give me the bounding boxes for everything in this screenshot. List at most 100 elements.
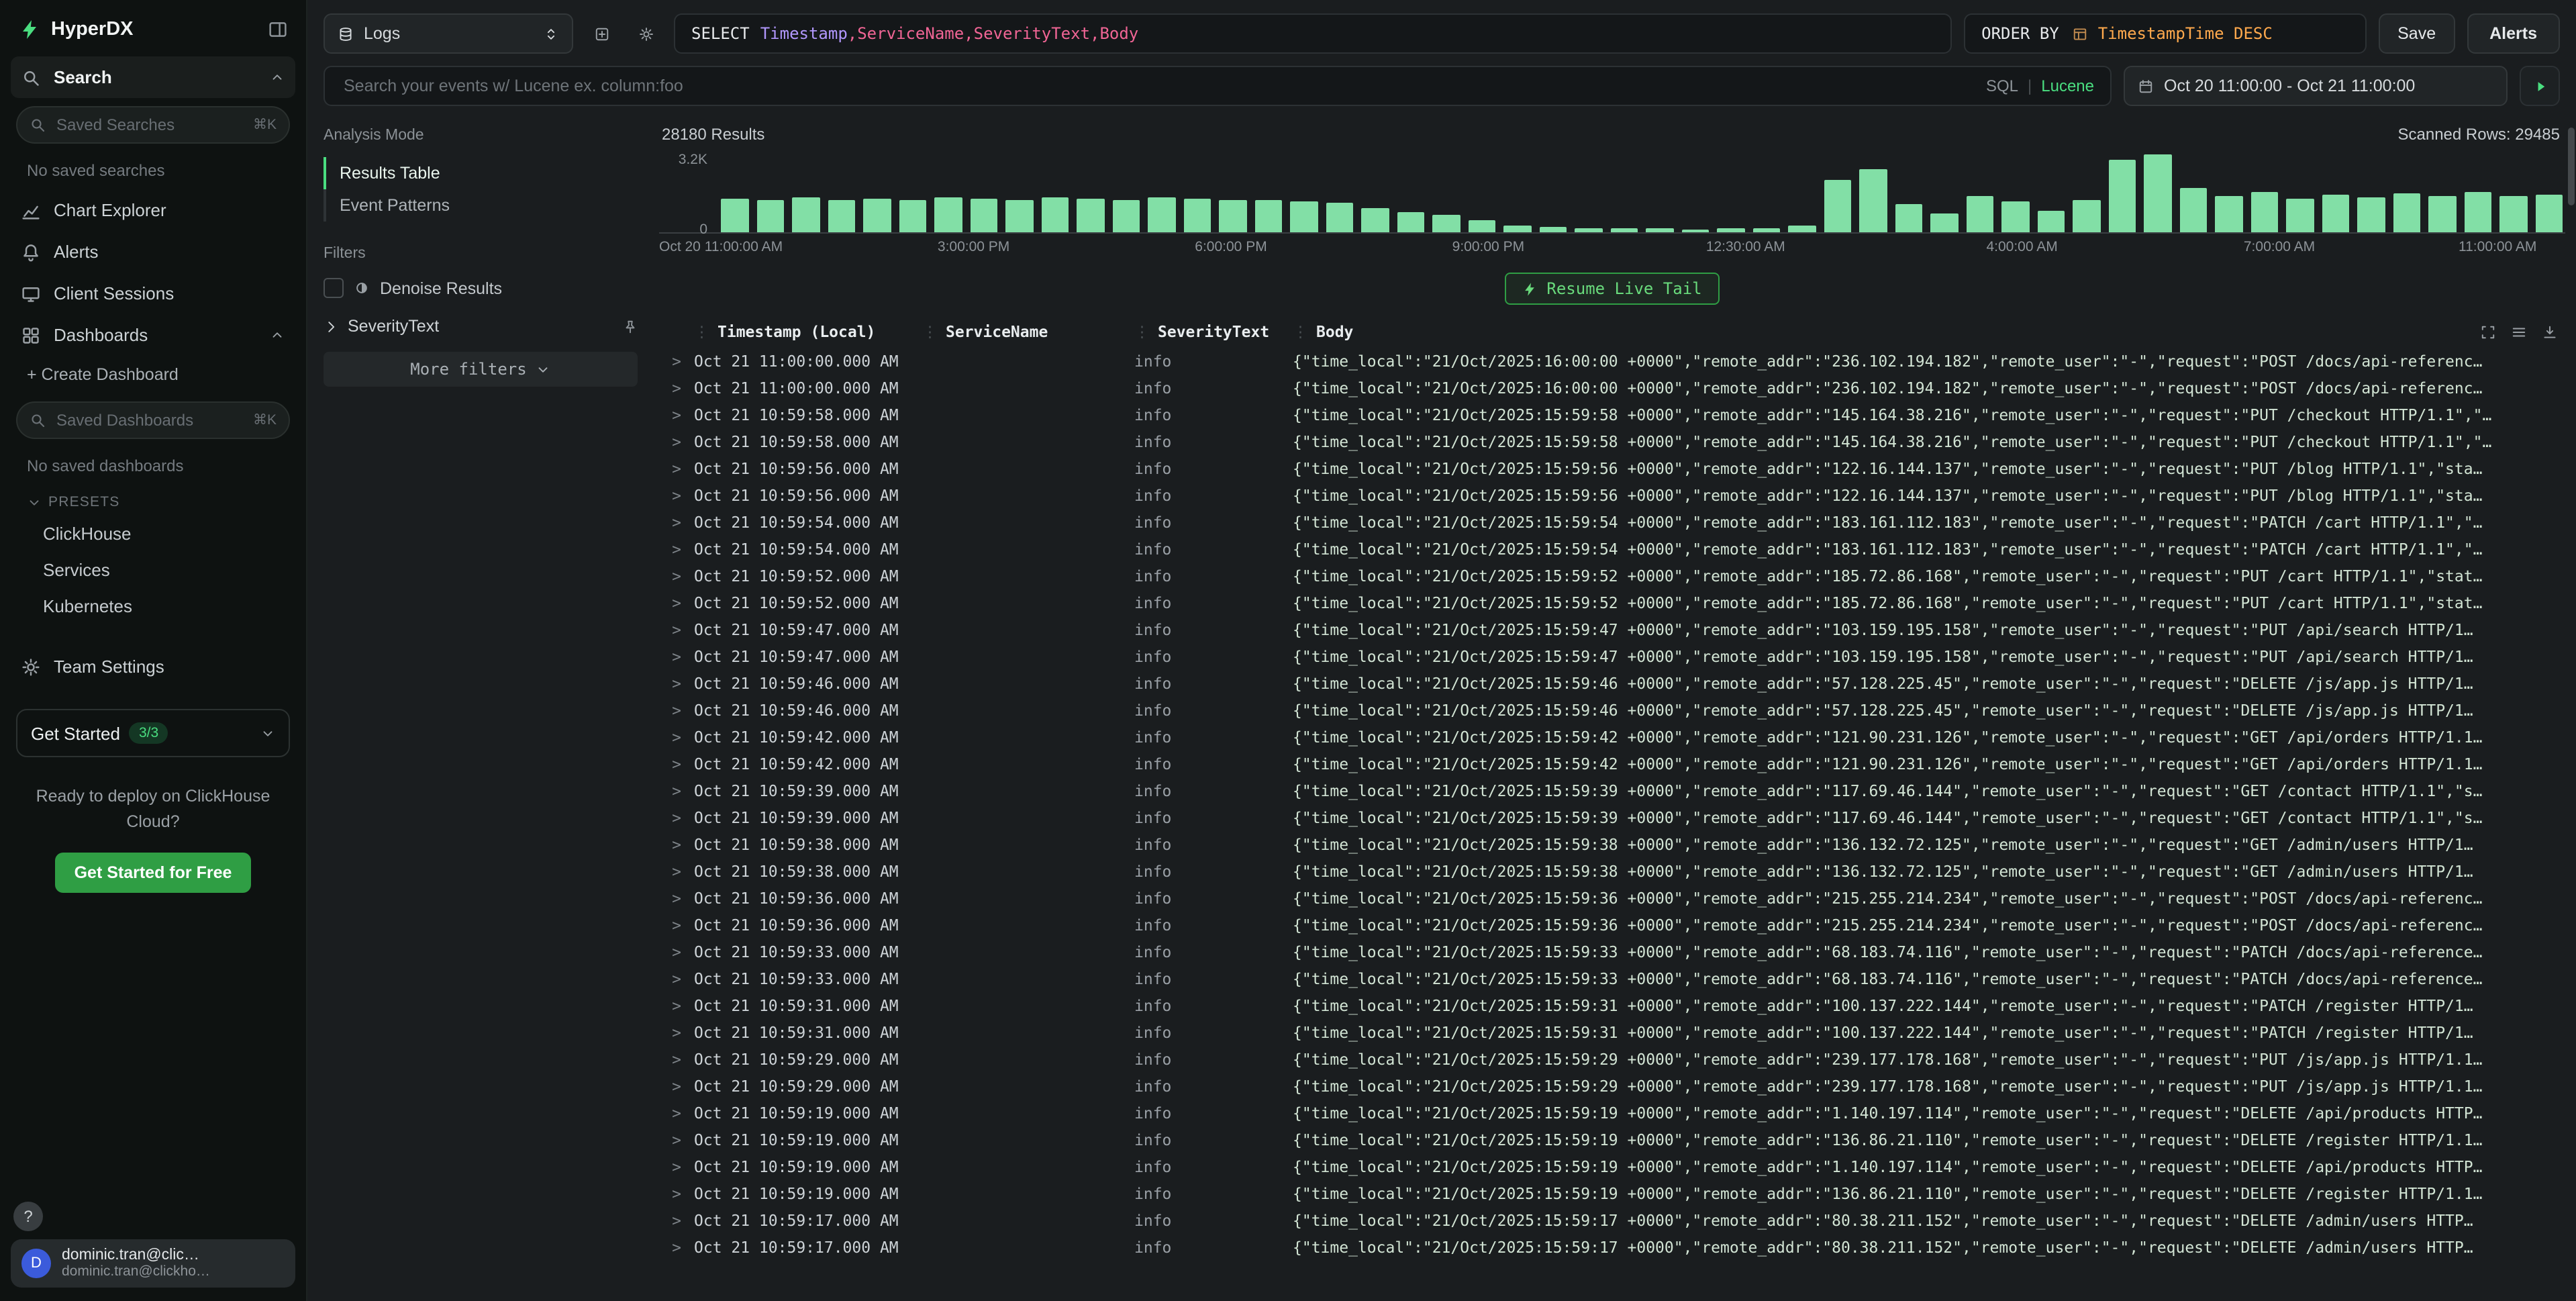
histogram-bar[interactable] bbox=[1361, 208, 1389, 232]
log-row[interactable]: >Oct 21 10:59:47.000 AMinfo{"time_local"… bbox=[659, 643, 2565, 670]
column-header[interactable]: ⋮Body bbox=[1293, 322, 2473, 341]
lucene-mode-toggle[interactable]: Lucene bbox=[2041, 77, 2094, 95]
histogram-bar[interactable] bbox=[1610, 229, 1638, 232]
log-row[interactable]: >Oct 21 11:00:00.000 AMinfo{"time_local"… bbox=[659, 375, 2565, 401]
analysis-mode-option[interactable]: Results Table bbox=[324, 157, 638, 189]
add-source-button[interactable] bbox=[585, 17, 617, 50]
row-expand-chevron[interactable]: > bbox=[659, 1104, 694, 1122]
histogram-bar[interactable] bbox=[2073, 201, 2100, 232]
resume-live-tail-button[interactable]: Resume Live Tail bbox=[1505, 273, 1719, 305]
sidebar-item-client-sessions[interactable]: Client Sessions bbox=[11, 273, 295, 314]
row-expand-chevron[interactable]: > bbox=[659, 405, 694, 424]
sidebar-item-alerts[interactable]: Alerts bbox=[11, 231, 295, 273]
row-expand-chevron[interactable]: > bbox=[659, 486, 694, 505]
row-expand-chevron[interactable]: > bbox=[659, 1023, 694, 1042]
row-expand-chevron[interactable]: > bbox=[659, 835, 694, 854]
histogram-bar[interactable] bbox=[1575, 228, 1602, 232]
log-row[interactable]: >Oct 21 10:59:17.000 AMinfo{"time_local"… bbox=[659, 1234, 2565, 1261]
preset-services[interactable]: Services bbox=[11, 552, 295, 588]
histogram-bar[interactable] bbox=[1148, 197, 1175, 232]
log-row[interactable]: >Oct 21 10:59:38.000 AMinfo{"time_local"… bbox=[659, 831, 2565, 858]
log-row[interactable]: >Oct 21 11:00:00.000 AMinfo{"time_local"… bbox=[659, 348, 2565, 375]
histogram-bar[interactable] bbox=[2464, 192, 2491, 232]
histogram-bar[interactable] bbox=[1539, 228, 1567, 232]
histogram-bar[interactable] bbox=[2499, 196, 2527, 232]
log-row[interactable]: >Oct 21 10:59:36.000 AMinfo{"time_local"… bbox=[659, 885, 2565, 912]
log-row[interactable]: >Oct 21 10:59:19.000 AMinfo{"time_local"… bbox=[659, 1153, 2565, 1180]
row-expand-chevron[interactable]: > bbox=[659, 1077, 694, 1096]
histogram-bar[interactable] bbox=[2108, 159, 2136, 232]
histogram-bar[interactable] bbox=[2286, 198, 2314, 232]
log-row[interactable]: >Oct 21 10:59:39.000 AMinfo{"time_local"… bbox=[659, 804, 2565, 831]
histogram-bar[interactable] bbox=[1041, 197, 1069, 232]
row-expand-chevron[interactable]: > bbox=[659, 513, 694, 532]
analysis-mode-option[interactable]: Event Patterns bbox=[324, 189, 638, 222]
row-expand-chevron[interactable]: > bbox=[659, 352, 694, 371]
time-range-picker[interactable]: Oct 20 11:00:00 - Oct 21 11:00:00 bbox=[2124, 66, 2508, 106]
source-settings-button[interactable] bbox=[630, 17, 662, 50]
get-started-free-button[interactable]: Get Started for Free bbox=[56, 853, 251, 893]
log-row[interactable]: >Oct 21 10:59:29.000 AMinfo{"time_local"… bbox=[659, 1073, 2565, 1100]
column-header[interactable]: ⋮ServiceName bbox=[922, 322, 1134, 341]
row-expand-chevron[interactable]: > bbox=[659, 755, 694, 773]
log-row[interactable]: >Oct 21 10:59:19.000 AMinfo{"time_local"… bbox=[659, 1126, 2565, 1153]
histogram-bar[interactable] bbox=[1930, 213, 1958, 232]
saved-dashboards-field[interactable] bbox=[54, 409, 245, 431]
histogram-bar[interactable] bbox=[1752, 229, 1780, 232]
log-row[interactable]: >Oct 21 10:59:56.000 AMinfo{"time_local"… bbox=[659, 482, 2565, 509]
preset-clickhouse[interactable]: ClickHouse bbox=[11, 516, 295, 552]
histogram-bar[interactable] bbox=[721, 198, 748, 232]
saved-dashboards-input[interactable]: ⌘K bbox=[16, 401, 290, 439]
denoise-checkbox[interactable] bbox=[324, 278, 344, 298]
log-row[interactable]: >Oct 21 10:59:47.000 AMinfo{"time_local"… bbox=[659, 616, 2565, 643]
histogram-bar[interactable] bbox=[828, 199, 855, 232]
histogram-bar[interactable] bbox=[1503, 226, 1531, 232]
row-expand-chevron[interactable]: > bbox=[659, 781, 694, 800]
log-row[interactable]: >Oct 21 10:59:33.000 AMinfo{"time_local"… bbox=[659, 938, 2565, 965]
row-expand-chevron[interactable]: > bbox=[659, 1184, 694, 1203]
more-filters-button[interactable]: More filters bbox=[324, 352, 638, 387]
saved-searches-field[interactable] bbox=[54, 114, 245, 136]
histogram-bar[interactable] bbox=[1326, 203, 1353, 233]
log-row[interactable]: >Oct 21 10:59:36.000 AMinfo{"time_local"… bbox=[659, 912, 2565, 938]
row-expand-chevron[interactable]: > bbox=[659, 620, 694, 639]
histogram-bar[interactable] bbox=[1895, 204, 1922, 232]
histogram-bar[interactable] bbox=[2357, 197, 2385, 232]
histogram-bar[interactable] bbox=[2179, 189, 2207, 232]
row-expand-chevron[interactable]: > bbox=[659, 1050, 694, 1069]
saved-searches-input[interactable]: ⌘K bbox=[16, 106, 290, 144]
histogram-bar[interactable] bbox=[899, 201, 926, 232]
histogram-bar[interactable] bbox=[2393, 193, 2420, 232]
histogram-bar[interactable] bbox=[1005, 199, 1033, 232]
log-row[interactable]: >Oct 21 10:59:52.000 AMinfo{"time_local"… bbox=[659, 589, 2565, 616]
sql-mode-toggle[interactable]: SQL bbox=[1986, 77, 2018, 95]
histogram-bar[interactable] bbox=[1788, 225, 1816, 232]
row-expand-chevron[interactable]: > bbox=[659, 1157, 694, 1176]
log-row[interactable]: >Oct 21 10:59:42.000 AMinfo{"time_local"… bbox=[659, 751, 2565, 777]
sidebar-item-chart-explorer[interactable]: Chart Explorer bbox=[11, 189, 295, 231]
columns-icon[interactable] bbox=[2512, 324, 2526, 339]
histogram-bar[interactable] bbox=[1219, 199, 1246, 232]
run-query-button[interactable] bbox=[2520, 66, 2560, 106]
log-row[interactable]: >Oct 21 10:59:39.000 AMinfo{"time_local"… bbox=[659, 777, 2565, 804]
sidebar-collapse-icon[interactable] bbox=[268, 20, 287, 39]
histogram-bar[interactable] bbox=[1183, 198, 1211, 232]
column-header[interactable]: ⋮Timestamp (Local) bbox=[694, 322, 922, 341]
histogram-bar[interactable] bbox=[1681, 229, 1709, 232]
log-row[interactable]: >Oct 21 10:59:58.000 AMinfo{"time_local"… bbox=[659, 401, 2565, 428]
histogram-bar[interactable] bbox=[1432, 215, 1460, 232]
log-row[interactable]: >Oct 21 10:59:19.000 AMinfo{"time_local"… bbox=[659, 1180, 2565, 1207]
histogram-bar[interactable] bbox=[2535, 195, 2563, 232]
row-expand-chevron[interactable]: > bbox=[659, 862, 694, 881]
row-expand-chevron[interactable]: > bbox=[659, 1130, 694, 1149]
histogram-bar[interactable] bbox=[2428, 196, 2456, 232]
histogram-bar[interactable] bbox=[1859, 169, 1887, 232]
order-by-editor[interactable]: ORDER BY TimestampTime DESC bbox=[1964, 13, 2367, 54]
row-expand-chevron[interactable]: > bbox=[659, 432, 694, 451]
log-row[interactable]: >Oct 21 10:59:19.000 AMinfo{"time_local"… bbox=[659, 1100, 2565, 1126]
log-row[interactable]: >Oct 21 10:59:58.000 AMinfo{"time_local"… bbox=[659, 428, 2565, 455]
histogram-bar[interactable] bbox=[2001, 202, 2029, 232]
row-expand-chevron[interactable]: > bbox=[659, 1238, 694, 1257]
row-expand-chevron[interactable]: > bbox=[659, 540, 694, 559]
histogram-bar[interactable] bbox=[863, 198, 891, 232]
